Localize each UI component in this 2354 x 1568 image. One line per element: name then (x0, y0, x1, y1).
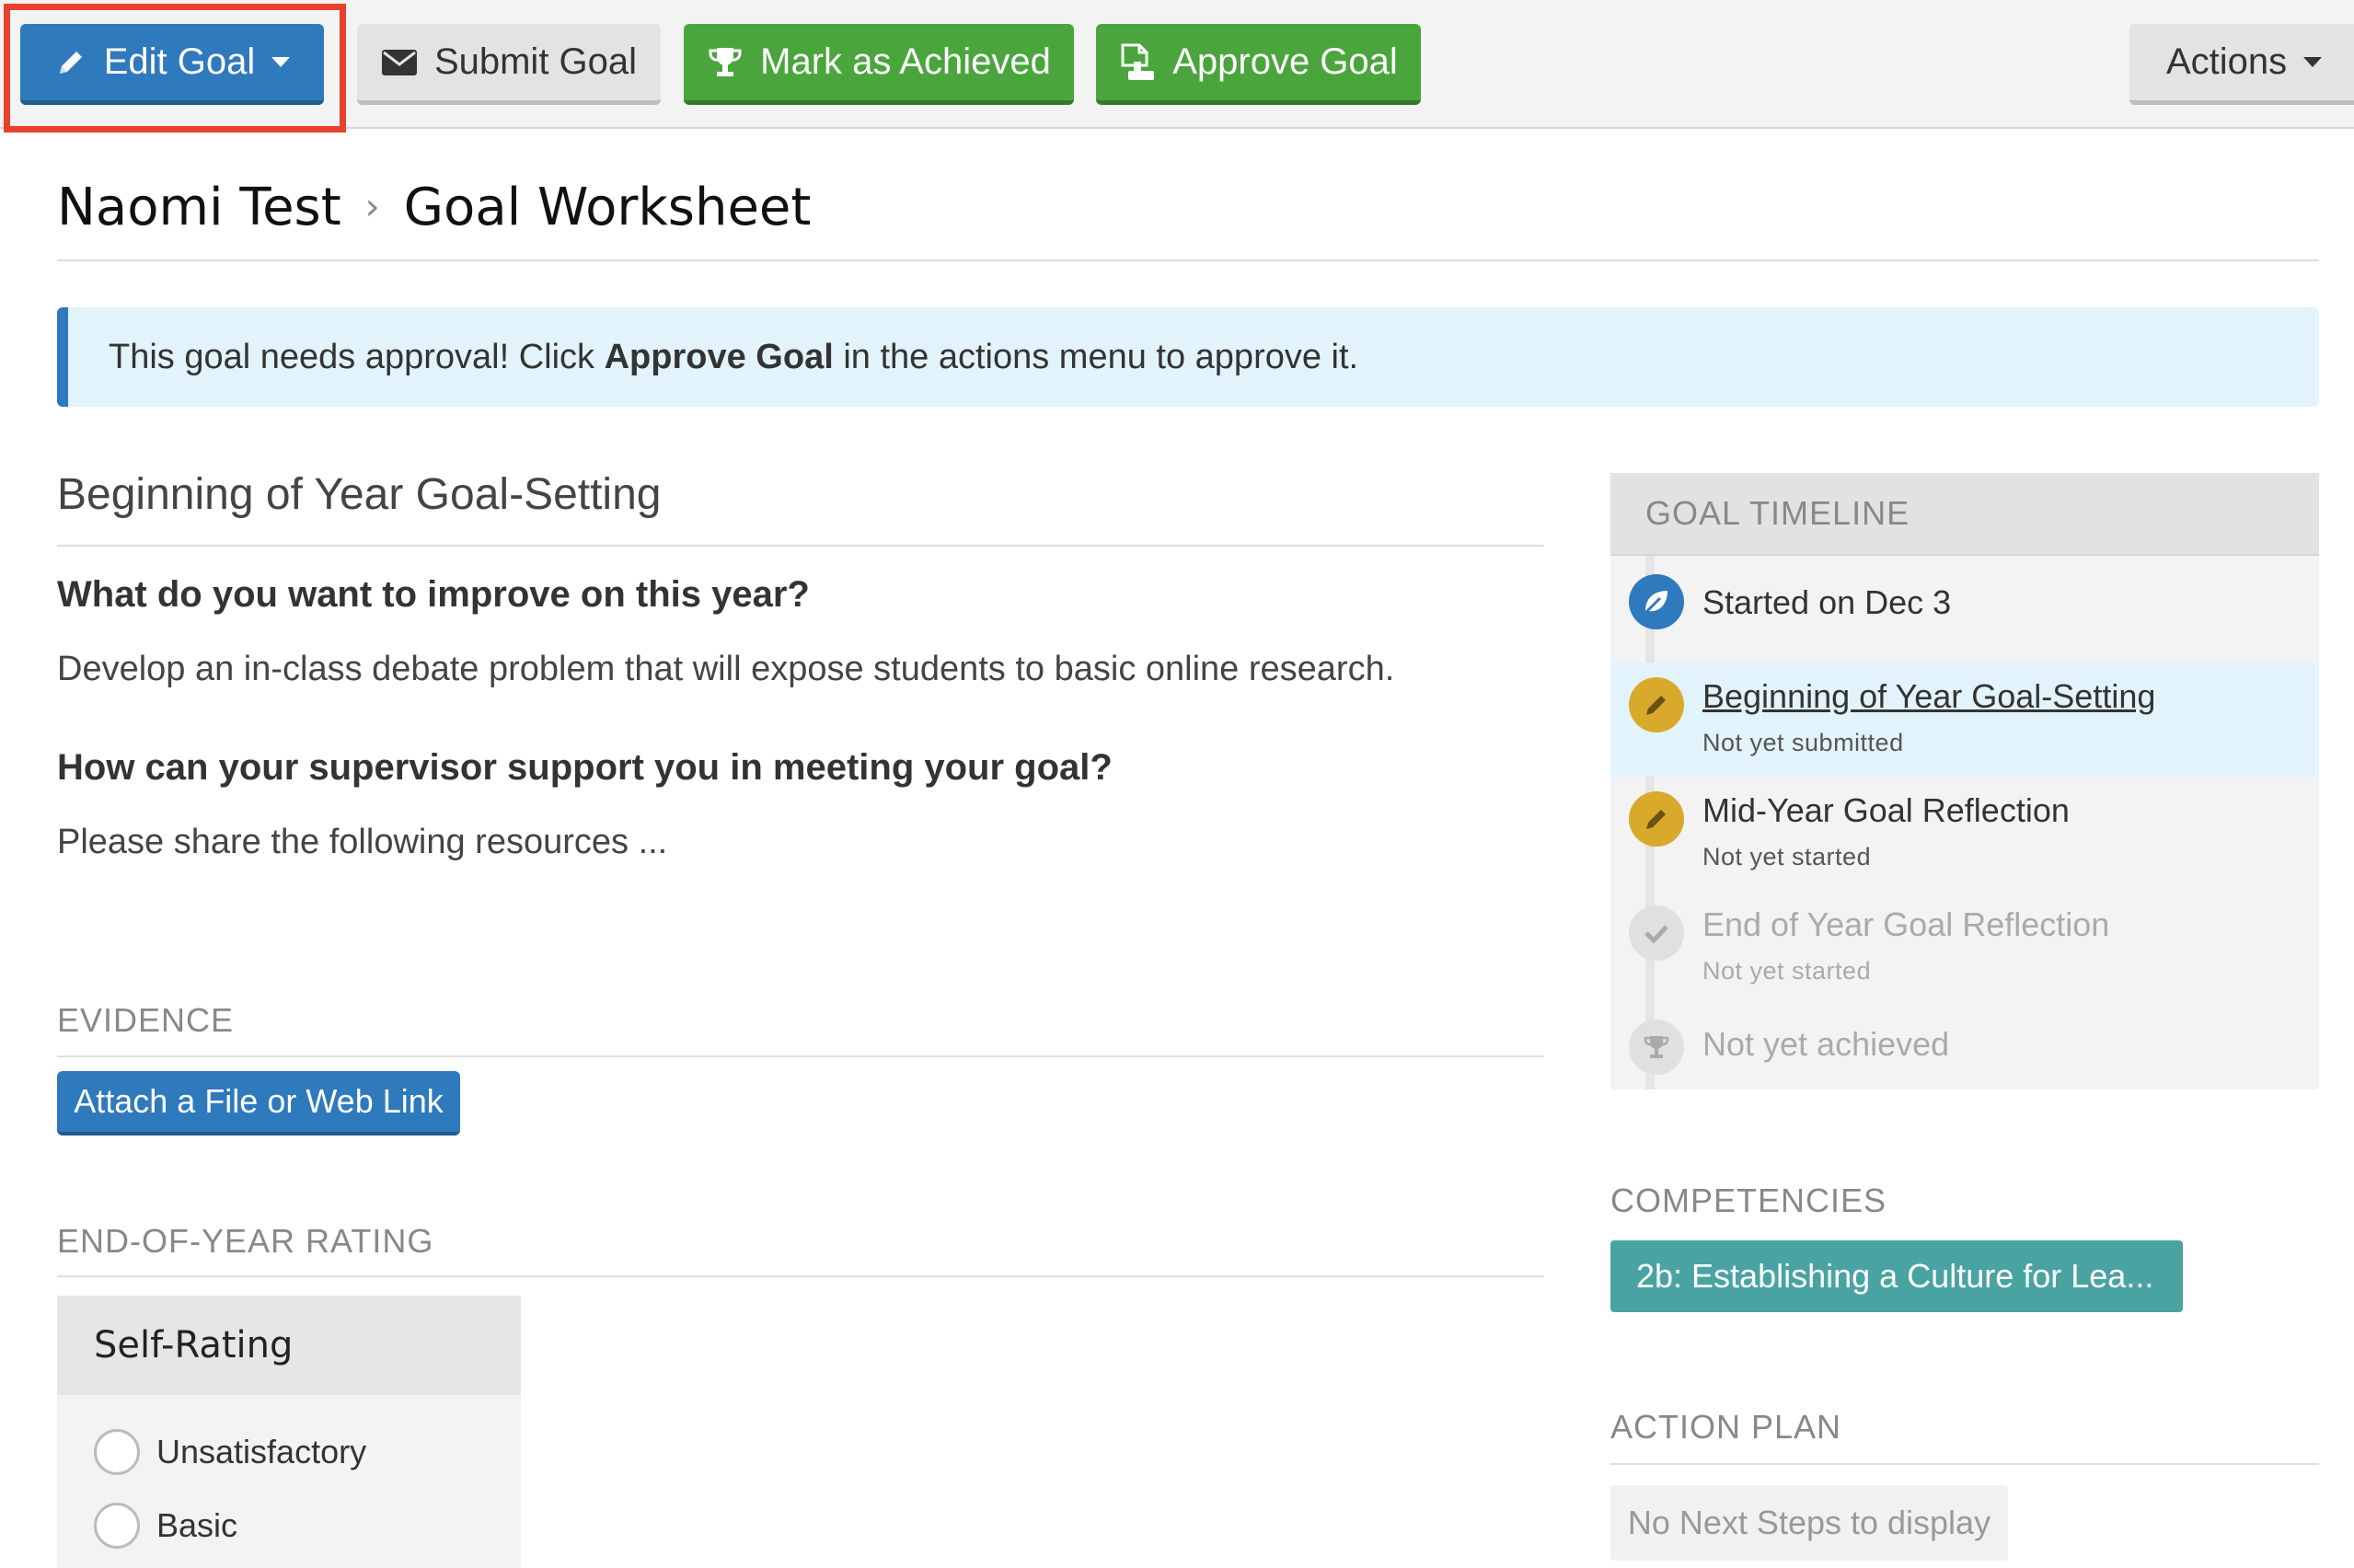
timeline-item-started: Started on Dec 3 (1610, 556, 2319, 663)
mark-as-achieved-button[interactable]: Mark as Achieved (684, 24, 1074, 105)
competencies-label: COMPETENCIES (1610, 1182, 1887, 1219)
document-stamp-icon (1121, 43, 1155, 80)
no-next-steps-placeholder: No Next Steps to display (1610, 1485, 2008, 1561)
end-of-year-rating-label: END-OF-YEAR RATING (57, 1222, 434, 1260)
self-rating-card: Self-Rating Unsatisfactory Basic (57, 1296, 521, 1568)
attach-file-or-link-button[interactable]: Attach a File or Web Link (57, 1071, 460, 1136)
timeline-item-beginning-goal-setting[interactable]: Beginning of Year Goal-Setting Not yet s… (1610, 663, 2319, 777)
trophy-icon (1629, 1020, 1684, 1075)
evidence-label: EVIDENCE (57, 1001, 235, 1039)
leaf-icon (1629, 574, 1684, 629)
alert-text-strong: Approve Goal (604, 337, 834, 376)
breadcrumb-separator-icon: › (364, 186, 380, 228)
rating-option-unsatisfactory[interactable]: Unsatisfactory (94, 1428, 366, 1476)
rating-option-label: Basic (156, 1506, 238, 1544)
pencil-icon (1629, 791, 1684, 847)
approval-alert: This goal needs approval! Click Approve … (57, 307, 2319, 407)
rating-option-basic[interactable]: Basic (94, 1502, 237, 1550)
timeline-item-status: Not yet started (1702, 957, 1872, 985)
page-title: Goal Worksheet (403, 177, 812, 237)
answer-improve: Develop an in-class debate problem that … (57, 650, 1395, 688)
actions-label: Actions (2166, 41, 2288, 82)
breadcrumb-person[interactable]: Naomi Test (57, 178, 341, 237)
radio-button[interactable] (94, 1429, 140, 1475)
action-plan-divider (1610, 1463, 2319, 1465)
rating-option-label: Unsatisfactory (156, 1433, 367, 1470)
goal-timeline: GOAL TIMELINE Started on Dec 3 Beginning… (1610, 473, 2319, 1090)
envelope-icon (381, 49, 417, 75)
pencil-icon (59, 51, 82, 74)
question-improve: What do you want to improve on this year… (57, 574, 810, 615)
breadcrumb: Naomi Test › Goal Worksheet (57, 175, 811, 239)
actions-dropdown-button[interactable]: Actions (2129, 24, 2354, 105)
competency-badge[interactable]: 2b: Establishing a Culture for Lea... (1610, 1240, 2183, 1312)
timeline-item-achievement: Not yet achieved (1610, 1005, 2319, 1090)
timeline-item-title: Not yet achieved (1702, 1025, 1950, 1063)
pencil-icon (1629, 677, 1684, 732)
timeline-item-title-link[interactable]: Beginning of Year Goal-Setting (1702, 677, 2155, 716)
submit-goal-label: Submit Goal (433, 41, 638, 82)
alert-text-before: This goal needs approval! Click (109, 337, 605, 376)
action-plan-label: ACTION PLAN (1610, 1408, 1842, 1446)
timeline-item-title: End of Year Goal Reflection (1702, 905, 2110, 943)
goal-timeline-title: GOAL TIMELINE (1610, 473, 2319, 556)
worksheet-section-title: Beginning of Year Goal-Setting (57, 470, 662, 519)
submit-goal-button[interactable]: Submit Goal (357, 24, 661, 105)
mark-as-achieved-label: Mark as Achieved (760, 41, 1051, 82)
edit-goal-label: Edit Goal (103, 41, 256, 82)
timeline-item-end-of-year-reflection: End of Year Goal Reflection Not yet star… (1610, 891, 2319, 1005)
timeline-item-mid-year-reflection: Mid-Year Goal Reflection Not yet started (1610, 777, 2319, 891)
timeline-item-title: Mid-Year Goal Reflection (1702, 791, 2070, 829)
self-rating-title: Self-Rating (57, 1296, 521, 1395)
radio-button[interactable] (94, 1503, 140, 1549)
chevron-down-icon (2303, 57, 2323, 67)
evidence-divider (57, 1055, 1544, 1057)
chevron-down-icon (271, 57, 291, 67)
rating-divider (57, 1275, 1544, 1277)
alert-text-after: in the actions menu to approve it. (833, 337, 1359, 376)
timeline-item-status: Not yet started (1702, 843, 1872, 870)
timeline-item-title: Started on Dec 3 (1702, 583, 1952, 621)
timeline-item-status: Not yet submitted (1702, 729, 1904, 756)
question-supervisor-support: How can your supervisor support you in m… (57, 747, 1113, 788)
trophy-icon (709, 47, 742, 76)
header-divider (57, 259, 2319, 261)
approve-goal-button[interactable]: Approve Goal (1096, 24, 1421, 105)
check-icon (1629, 905, 1684, 961)
edit-goal-button[interactable]: Edit Goal (20, 24, 324, 105)
action-toolbar: Edit Goal Submit Goal Mark as Achieved A… (0, 0, 2354, 129)
answer-supervisor-support: Please share the following resources ... (57, 823, 668, 861)
section-divider (57, 545, 1544, 547)
approve-goal-label: Approve Goal (1172, 41, 1398, 82)
